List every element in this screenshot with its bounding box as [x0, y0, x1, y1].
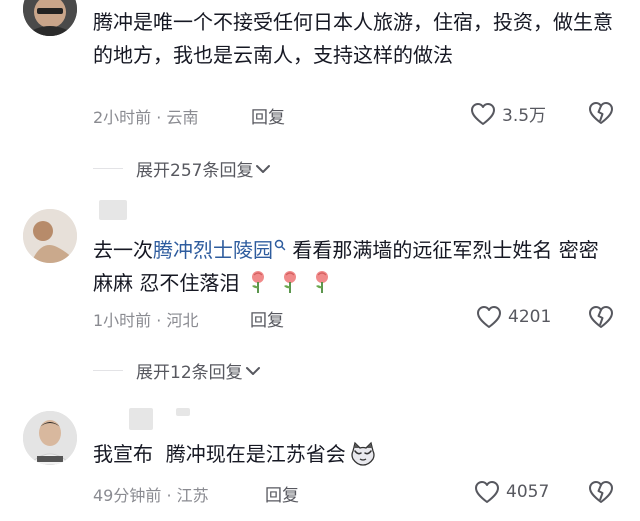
like-count: 4057: [506, 482, 550, 502]
rose-icon: [252, 271, 265, 293]
comment-meta: 2小时前 · 云南: [93, 108, 199, 127]
expand-replies-button[interactable]: 展开12条回复: [136, 358, 261, 383]
username-hidden: [176, 408, 190, 416]
rose-icon: [284, 271, 297, 293]
like-button[interactable]: 3.5万: [470, 101, 546, 126]
expand-divider: [93, 370, 123, 371]
heart-icon: [471, 102, 495, 125]
heart-icon: [475, 481, 499, 503]
comment-location: 云南: [166, 108, 199, 127]
like-button[interactable]: 4201: [476, 305, 551, 329]
expand-replies-button[interactable]: 展开257条回复: [136, 156, 271, 181]
avatar[interactable]: [23, 209, 77, 263]
comment-location: 河北: [166, 311, 199, 330]
reply-button[interactable]: 回复: [251, 103, 285, 128]
rose-emojis: [249, 270, 345, 304]
broken-heart-icon: [589, 102, 613, 124]
avatar-image: [23, 0, 77, 36]
rose-icon: [316, 271, 329, 293]
comment-time: 2小时前: [93, 108, 152, 127]
avatar-image: [23, 411, 77, 465]
username-hidden: [99, 200, 127, 220]
heart-icon: [477, 306, 501, 328]
comment-text: 腾冲是唯一个不接受任何日本人旅游，住宿，投资，做生意的地方，我也是云南人，支持这…: [93, 10, 613, 67]
dislike-button[interactable]: [588, 101, 614, 129]
comment-text: 我宣布 腾冲现在是江苏省会: [93, 438, 613, 471]
comment-meta: 1小时前 · 河北: [93, 311, 199, 330]
dislike-button[interactable]: [588, 480, 614, 508]
like-count: 3.5万: [502, 106, 547, 126]
broken-heart-icon: [589, 481, 613, 503]
avatar-image: [23, 209, 77, 263]
cat-emoji-icon: [351, 441, 375, 466]
comment-text: 去一次腾冲烈士陵园 看看那满墙的远征军烈士姓名 密密麻麻 忍不住落泪: [93, 234, 613, 304]
chevron-down-icon: [245, 366, 260, 375]
reply-button[interactable]: 回复: [250, 306, 284, 331]
comment-time: 49分钟前: [93, 486, 162, 505]
chevron-down-icon: [256, 164, 271, 173]
search-icon: [274, 239, 286, 251]
avatar[interactable]: [23, 411, 77, 465]
topic-link[interactable]: 腾冲烈士陵园: [153, 238, 273, 262]
like-count: 4201: [508, 307, 552, 327]
username-hidden: [129, 408, 153, 430]
avatar[interactable]: [23, 0, 77, 36]
expand-divider: [93, 168, 123, 169]
reply-button[interactable]: 回复: [265, 481, 299, 506]
dislike-button[interactable]: [588, 305, 614, 333]
comment-location: 江苏: [176, 486, 209, 505]
comment-meta: 49分钟前 · 江苏: [93, 486, 209, 505]
comment-time: 1小时前: [93, 311, 152, 330]
like-button[interactable]: 4057: [474, 480, 549, 504]
broken-heart-icon: [589, 306, 613, 328]
